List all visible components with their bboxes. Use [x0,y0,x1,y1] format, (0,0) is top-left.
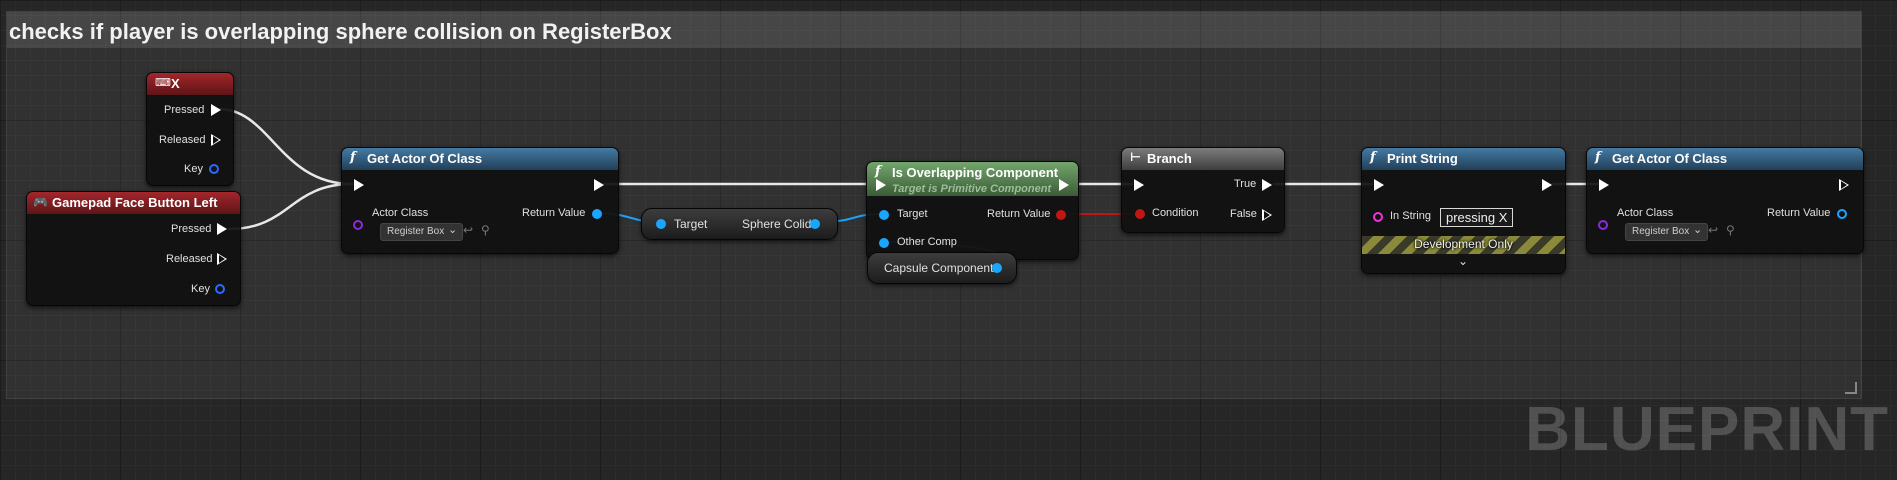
development-only-label: Development Only [1414,237,1513,251]
sphere-output-pin[interactable] [810,219,820,229]
function-icon: f [875,164,881,179]
pressed-label: Pressed [164,104,205,116]
return-value-pin[interactable] [592,209,602,219]
condition-pin[interactable] [1135,209,1145,219]
capsule-output-pin[interactable] [992,263,1002,273]
true-exec-pin[interactable] [1262,179,1272,191]
released-exec-pin[interactable] [211,134,221,146]
get-actor-of-class-node[interactable]: f Get Actor Of Class Actor Class Registe… [341,147,619,254]
actor-class-pin[interactable] [353,220,363,230]
released-label: Released [159,134,206,146]
in-string-label: In String [1390,210,1431,222]
browse-search-icon[interactable]: ⚲ [481,223,490,237]
keyboard-icon: ⌨ [155,76,171,89]
true-label: True [1234,178,1257,190]
branch-title: Branch [1147,151,1192,166]
get-actor-of-class-title: Get Actor Of Class [367,151,483,166]
return-value-pin[interactable] [1056,210,1066,220]
get-actor-of-class-node-2[interactable]: f Get Actor Of Class Actor Class Registe… [1586,147,1864,254]
actor-class-dropdown[interactable]: Register Box [380,222,464,241]
false-label: False [1230,208,1257,220]
sphere-output-label: Sphere Colid [742,217,812,231]
branch-icon: ⊢ [1130,150,1141,164]
in-string-pin[interactable] [1373,212,1383,222]
function-icon: f [350,150,356,165]
key-x-title: X [171,76,180,91]
is-overlapping-title: Is Overlapping Component [892,165,1059,180]
gamepad-icon: 🎮 [33,195,48,209]
actor-class-pin[interactable] [1598,220,1608,230]
exec-in-pin[interactable] [354,179,364,191]
exec-out-pin[interactable] [1839,179,1849,191]
exec-out-pin[interactable] [1542,179,1552,191]
get-actor-of-class-header[interactable]: f Get Actor Of Class [1587,148,1863,170]
exec-out-pin[interactable] [1059,179,1069,191]
released-label: Released [166,253,213,265]
gamepad-header[interactable]: 🎮 Gamepad Face Button Left [27,192,240,214]
exec-in-pin[interactable] [876,179,886,191]
actor-class-dropdown[interactable]: Register Box [1625,222,1709,241]
false-exec-pin[interactable] [1262,209,1272,221]
return-value-label: Return Value [1767,207,1831,219]
branch-node[interactable]: ⊢ Branch True Condition False [1121,147,1285,233]
blueprint-graph-canvas[interactable]: checks if player is overlapping sphere c… [0,0,1897,480]
get-actor-of-class-title: Get Actor Of Class [1612,151,1728,166]
pressed-label: Pressed [171,223,212,235]
print-string-header[interactable]: f Print String [1362,148,1565,170]
key-x-header[interactable]: ⌨ X [147,73,233,95]
other-comp-pin[interactable] [879,238,889,248]
is-overlapping-header[interactable]: f Is Overlapping Component Target is Pri… [867,162,1078,196]
key-label: Key [184,163,203,175]
expand-chevron-icon[interactable]: ⌄ [1458,254,1468,268]
exec-wire-gamepad-to-getactor [227,182,354,231]
other-comp-label: Other Comp [897,236,957,248]
key-output-pin[interactable] [209,164,219,174]
get-actor-of-class-header[interactable]: f Get Actor Of Class [342,148,618,170]
branch-header[interactable]: ⊢ Branch [1122,148,1284,170]
return-value-pin[interactable] [1837,209,1847,219]
function-icon: f [1370,150,1376,165]
use-selected-icon[interactable]: ↩ [1708,223,1718,237]
exec-in-pin[interactable] [1599,179,1609,191]
capsule-component-label: Capsule Component [884,261,994,275]
condition-label: Condition [1152,207,1199,219]
is-overlapping-subtitle: Target is Primitive Component [892,183,1052,195]
print-string-title: Print String [1387,151,1458,166]
target-pin[interactable] [879,210,889,220]
exec-out-pin[interactable] [594,179,604,191]
released-exec-pin[interactable] [217,253,227,265]
exec-in-pin[interactable] [1134,179,1144,191]
key-x-event-node[interactable]: ⌨ X Pressed Released Key [146,72,234,186]
target-label: Target [674,217,708,231]
target-label: Target [897,208,928,220]
exec-wire-x-to-getactor [217,107,354,186]
pressed-exec-pin[interactable] [217,223,227,235]
target-pin[interactable] [656,219,666,229]
actor-class-label: Actor Class [1617,207,1674,219]
use-selected-icon[interactable]: ↩ [463,223,473,237]
print-string-node[interactable]: f Print String In String pressing X Deve… [1361,147,1566,274]
blueprint-watermark: BLUEPRINT [1525,395,1889,464]
function-icon: f [1595,150,1601,165]
gamepad-title: Gamepad Face Button Left [52,195,218,210]
pressed-exec-pin[interactable] [211,104,221,116]
gamepad-event-node[interactable]: 🎮 Gamepad Face Button Left Pressed Relea… [26,191,241,306]
in-string-input[interactable]: pressing X [1440,208,1514,227]
key-output-pin[interactable] [215,284,225,294]
capsule-component-getter-node[interactable]: Capsule Component [867,252,1017,284]
is-overlapping-component-node[interactable]: f Is Overlapping Component Target is Pri… [866,161,1079,260]
exec-in-pin[interactable] [1374,179,1384,191]
sphere-collision-getter-node[interactable]: Target Sphere Colid [641,208,838,240]
actor-class-label: Actor Class [372,207,429,219]
return-value-label: Return Value [522,207,586,219]
key-label: Key [191,283,210,295]
return-value-label: Return Value [987,208,1051,220]
browse-search-icon[interactable]: ⚲ [1726,223,1735,237]
